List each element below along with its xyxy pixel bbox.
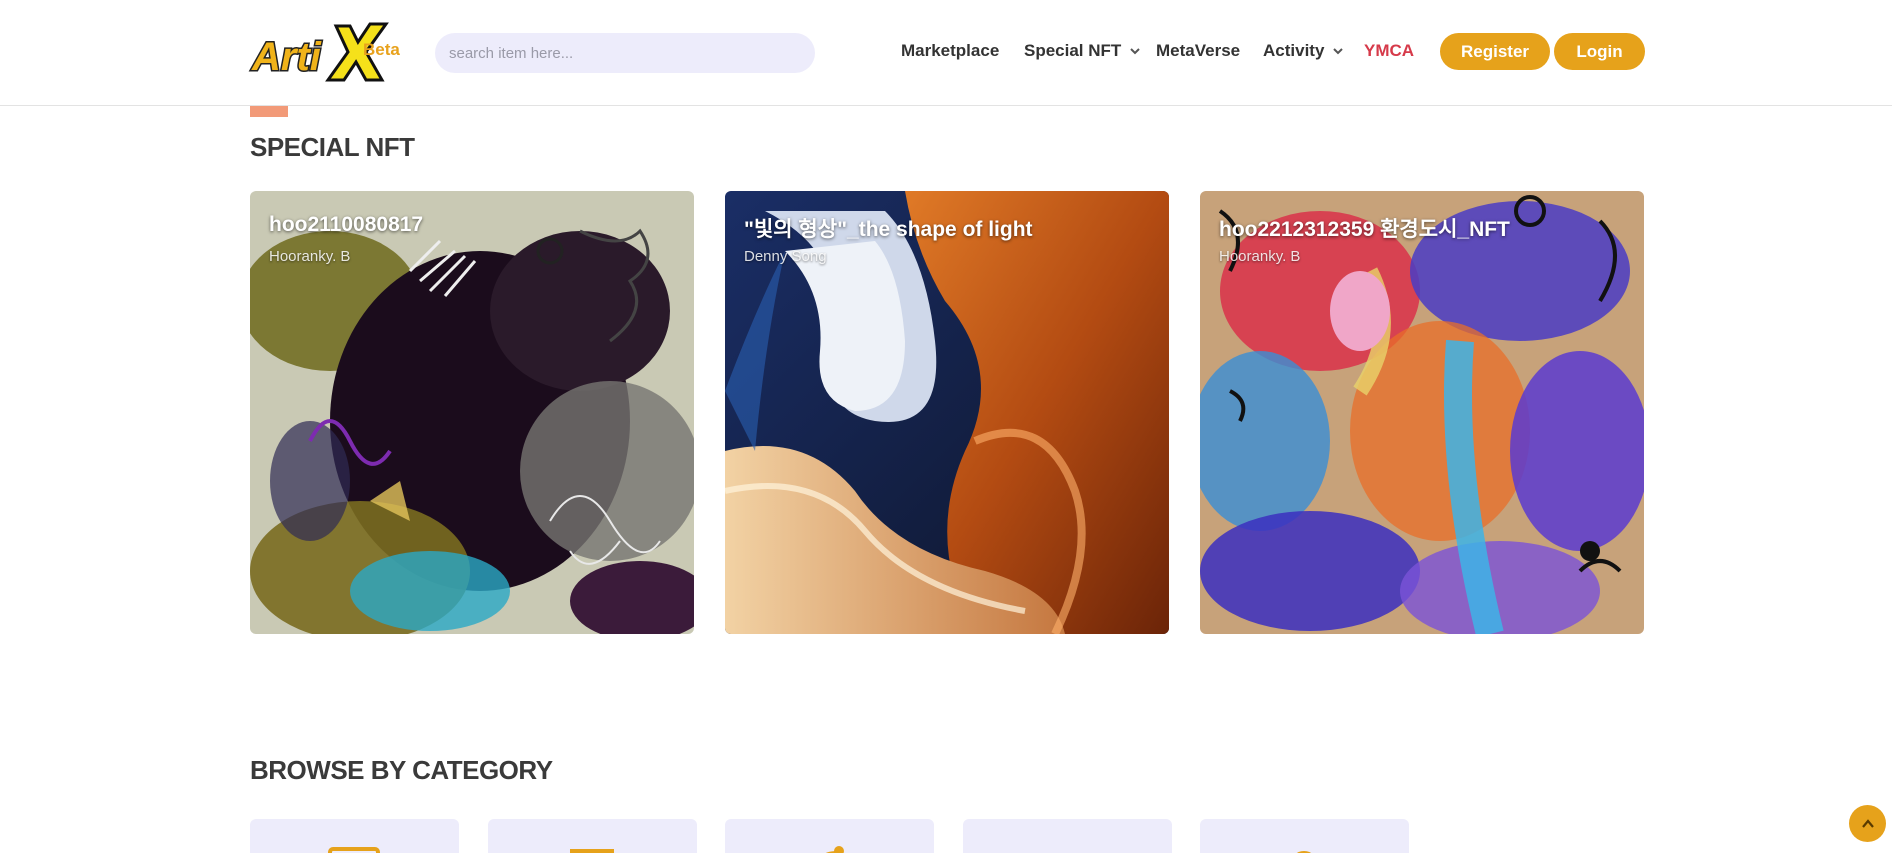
nav-ymca[interactable]: YMCA — [1364, 41, 1414, 61]
nft-card-author: Hooranky. B — [1219, 248, 1301, 265]
collectibles-category-icon — [570, 849, 614, 853]
photo-category-icon — [1296, 851, 1312, 853]
nav-marketplace-label: Marketplace — [901, 41, 1000, 60]
category-tile[interactable] — [250, 819, 459, 853]
nft-card[interactable]: hoo2110080817 Hooranky. B — [250, 191, 694, 634]
special-nft-title: SPECIAL NFT — [250, 132, 415, 162]
music-category-icon — [826, 846, 844, 853]
nav-ymca-label: YMCA — [1364, 41, 1415, 60]
nft-card-author: Denny Song — [744, 248, 827, 265]
nav-activity-label: Activity — [1263, 41, 1325, 60]
svg-text:Arti: Arti — [251, 35, 322, 79]
nft-card[interactable]: "빛의 형상"_the shape of light Denny Song — [725, 191, 1169, 634]
sports-category-icon — [1039, 843, 1095, 853]
browse-category-title: BROWSE BY CATEGORY — [250, 755, 553, 785]
search-input[interactable] — [435, 33, 815, 73]
nav-special-nft-label: Special NFT — [1024, 41, 1122, 60]
nav-metaverse[interactable]: MetaVerse — [1156, 41, 1240, 61]
register-button[interactable]: Register — [1440, 33, 1550, 70]
section-accent-bar — [250, 106, 288, 117]
category-tile[interactable] — [488, 819, 697, 853]
scroll-to-top-button[interactable] — [1849, 805, 1886, 842]
site-header: Arti Beta Marketplace Special NFT MetaVe… — [0, 0, 1892, 106]
nft-card-title: "빛의 형상"_the shape of light — [744, 218, 1033, 241]
chevron-down-icon — [1130, 48, 1141, 55]
nft-card[interactable]: hoo2212312359 환경도시_NFT Hooranky. B — [1200, 191, 1644, 634]
login-button[interactable]: Login — [1554, 33, 1645, 70]
chevron-up-icon — [1861, 818, 1874, 828]
art-category-icon — [328, 847, 380, 853]
category-tile[interactable] — [1200, 819, 1409, 853]
nav-activity[interactable]: Activity — [1263, 41, 1344, 61]
nft-card-title: hoo2110080817 — [269, 213, 424, 236]
nav-marketplace[interactable]: Marketplace — [901, 41, 999, 61]
nav-special-nft[interactable]: Special NFT — [1024, 41, 1141, 61]
nav-metaverse-label: MetaVerse — [1156, 41, 1241, 60]
category-tile[interactable] — [725, 819, 934, 853]
nft-card-author: Hooranky. B — [269, 248, 351, 265]
chevron-down-icon — [1333, 48, 1344, 55]
nft-card-title: hoo2212312359 환경도시_NFT — [1219, 218, 1510, 241]
beta-label: Beta — [363, 40, 400, 59]
category-tile[interactable] — [963, 819, 1172, 853]
